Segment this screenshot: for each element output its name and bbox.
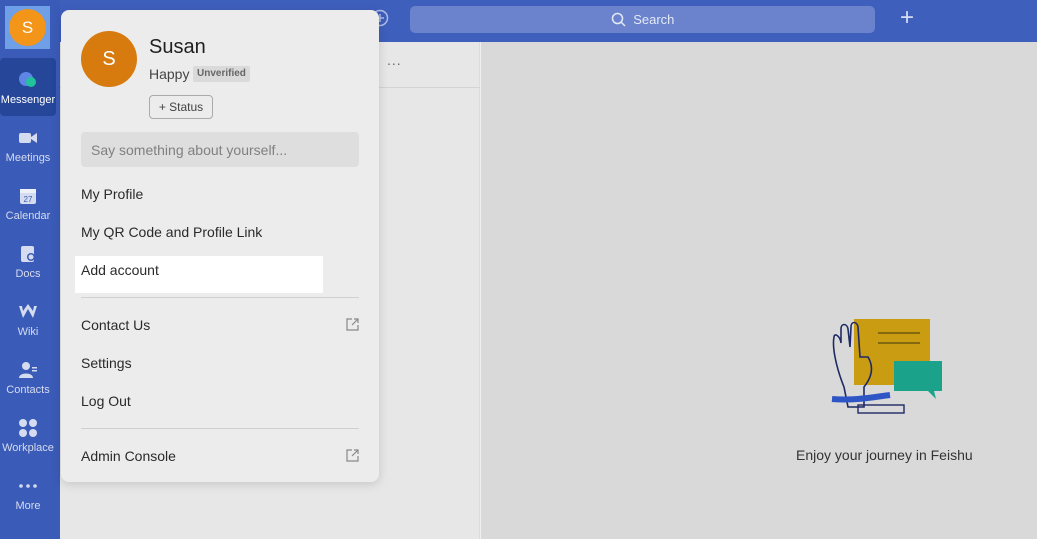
wiki-icon bbox=[19, 304, 37, 318]
menu-item-admin-console[interactable]: Admin Console bbox=[81, 444, 359, 468]
menu-item-settings[interactable]: Settings bbox=[81, 351, 359, 375]
sidebar-item-label: Docs bbox=[15, 268, 41, 280]
sidebar-item-label: Contacts bbox=[6, 384, 50, 396]
sidebar-item-meetings[interactable]: Meetings bbox=[0, 116, 56, 174]
sidebar-item-docs[interactable]: Docs bbox=[0, 232, 56, 290]
sidebar-item-label: Meetings bbox=[5, 152, 51, 164]
menu-item-my-profile[interactable]: My Profile bbox=[81, 182, 359, 206]
calendar-day: 27 bbox=[24, 195, 33, 204]
sidebar-item-label: Messenger bbox=[0, 94, 56, 106]
profile-popup: S Susan Happy Unverified + Status My Pro… bbox=[61, 10, 379, 482]
sidebar-item-workplace[interactable]: Workplace bbox=[0, 406, 56, 464]
add-button[interactable]: + bbox=[896, 6, 918, 30]
workplace-icon bbox=[19, 419, 37, 437]
more-icon bbox=[19, 484, 37, 488]
menu-item-log-out[interactable]: Log Out bbox=[81, 389, 359, 413]
sidebar-item-label: Calendar bbox=[5, 210, 51, 222]
menu-item-add-account[interactable]: Add account bbox=[75, 256, 323, 293]
contacts-icon bbox=[19, 362, 37, 378]
camera-icon bbox=[19, 133, 37, 143]
external-link-icon bbox=[346, 318, 359, 331]
search-icon bbox=[611, 12, 626, 27]
menu-divider bbox=[81, 428, 359, 429]
search-label: Search bbox=[633, 12, 675, 27]
profile-avatar[interactable]: S bbox=[81, 31, 137, 87]
sidebar-item-label: Wiki bbox=[17, 326, 39, 338]
menu-item-qr-code[interactable]: My QR Code and Profile Link bbox=[81, 220, 359, 244]
messenger-icon bbox=[19, 72, 36, 87]
sidebar-item-label: More bbox=[15, 500, 41, 512]
menu-divider bbox=[81, 297, 359, 298]
verification-badge: Unverified bbox=[193, 66, 250, 82]
avatar: S bbox=[9, 9, 46, 46]
external-link-icon bbox=[346, 449, 359, 462]
sidebar-item-more[interactable]: More bbox=[0, 464, 56, 522]
menu-item-label: Contact Us bbox=[81, 317, 151, 333]
empty-state-text: Enjoy your journey in Feishu bbox=[796, 447, 973, 463]
sidebar-item-wiki[interactable]: Wiki bbox=[0, 290, 56, 348]
sidebar-item-label: Workplace bbox=[2, 442, 54, 454]
set-status-button[interactable]: + Status bbox=[149, 95, 213, 119]
nav-rail: S Messenger Meetings 27 Calendar Docs Wi… bbox=[0, 0, 60, 539]
about-input[interactable] bbox=[81, 132, 359, 167]
sidebar-item-messenger[interactable]: Messenger bbox=[0, 58, 56, 116]
docs-icon bbox=[21, 246, 35, 262]
menu-item-contact-us[interactable]: Contact Us bbox=[81, 313, 359, 337]
calendar-icon: 27 bbox=[20, 189, 36, 204]
rail-avatar-button[interactable]: S bbox=[5, 6, 50, 49]
welcome-illustration bbox=[831, 319, 942, 414]
sidebar-item-contacts[interactable]: Contacts bbox=[0, 348, 56, 406]
profile-status-text: Happy bbox=[149, 66, 190, 82]
sidebar-item-calendar[interactable]: 27 Calendar bbox=[0, 174, 56, 232]
search-bar[interactable]: Search bbox=[410, 6, 875, 33]
profile-name: Susan bbox=[149, 36, 206, 58]
more-options-button[interactable]: ... bbox=[387, 52, 402, 68]
main-content: Enjoy your journey in Feishu bbox=[481, 42, 1037, 539]
menu-item-label: Admin Console bbox=[81, 448, 176, 464]
